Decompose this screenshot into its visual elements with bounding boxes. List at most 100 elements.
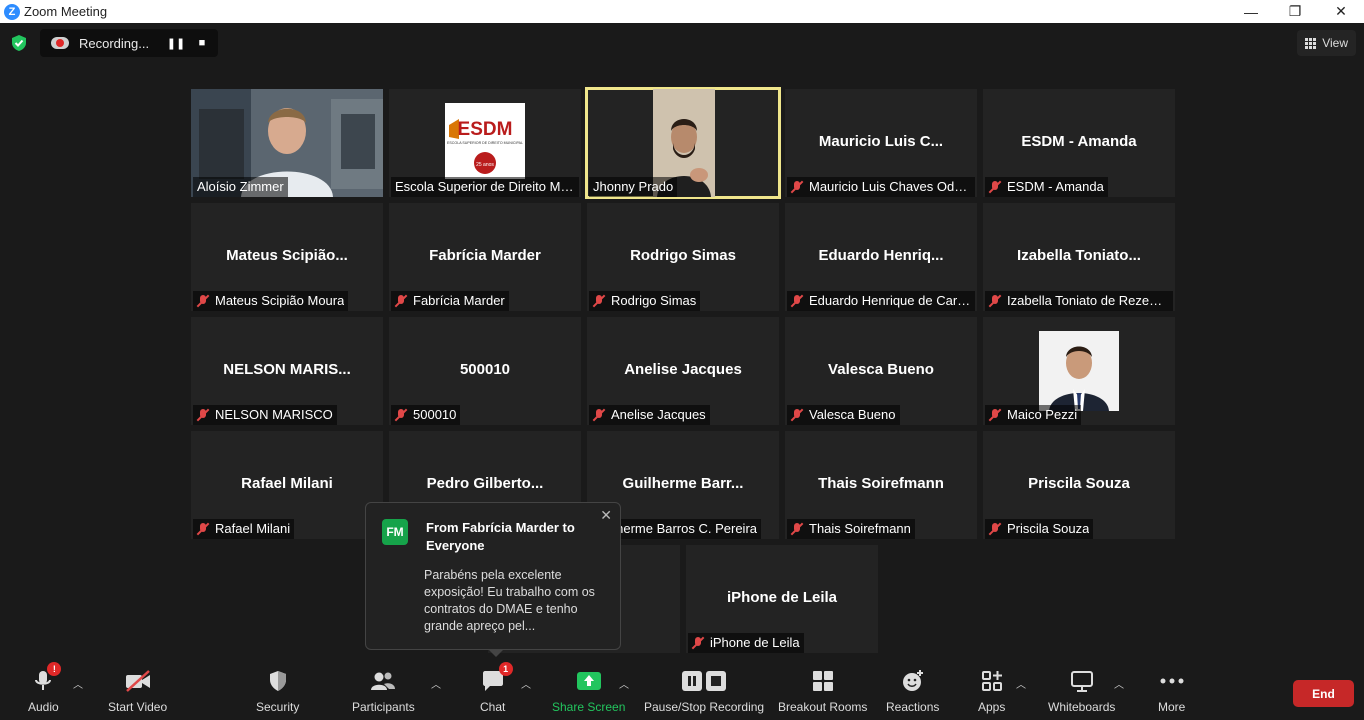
view-button[interactable]: View [1297, 30, 1356, 56]
participant-name: ESDM - Amanda [1007, 179, 1104, 194]
participants-options-caret[interactable]: ︿ [431, 676, 441, 691]
restore-button[interactable]: ❐ [1272, 0, 1318, 23]
window-title: Zoom Meeting [24, 4, 108, 19]
participant-tile[interactable]: Mateus Scipião... Mateus Scipião Moura [191, 203, 383, 311]
participant-name: 500010 [413, 407, 457, 422]
close-button[interactable]: ✕ [1318, 0, 1364, 23]
participant-nametag: Mateus Scipião Moura [193, 291, 349, 311]
recording-indicator: Recording... ❚❚ ■ [40, 29, 218, 57]
whiteboards-button[interactable]: Whiteboards [1048, 668, 1115, 714]
reactions-label: Reactions [886, 700, 940, 714]
more-button[interactable]: More [1158, 668, 1185, 714]
participant-tile[interactable]: Anelise Jacques Anelise Jacques [587, 317, 779, 425]
meeting-topbar: Recording... ❚❚ ■ View [0, 23, 1364, 63]
apps-button[interactable]: Apps [978, 668, 1005, 714]
participant-tile[interactable]: Rodrigo Simas Rodrigo Simas [587, 203, 779, 311]
close-icon[interactable]: ✕ [600, 507, 612, 524]
participant-nametag: iPhone de Leila [688, 633, 804, 653]
chat-notification[interactable]: FM From Fabrícia Marder to Everyone Para… [365, 502, 621, 657]
participant-tile[interactable]: Jhonny Prado [585, 87, 781, 199]
start-video-button[interactable]: Start Video [108, 668, 167, 714]
esdm-logo-subtitle: ESCOLA SUPERIOR DE DIREITO MUNICIPAL [447, 141, 523, 145]
participant-tile[interactable]: Priscila Souza Priscila Souza [983, 431, 1175, 539]
participant-display-name: Fabrícia Marder [429, 247, 541, 264]
participant-tile[interactable]: Valesca Bueno Valesca Bueno [785, 317, 977, 425]
audio-label: Audio [28, 700, 59, 714]
audio-button[interactable]: ! Audio [28, 662, 62, 714]
security-button[interactable]: Security [256, 668, 299, 714]
participant-tile[interactable]: ESDM ESCOLA SUPERIOR DE DIREITO MUNICIPA… [389, 89, 581, 197]
participant-name: iPhone de Leila [710, 635, 800, 650]
esdm-logo-icon: ESDM ESCOLA SUPERIOR DE DIREITO MUNICIPA… [447, 119, 523, 174]
breakout-rooms-button[interactable]: Breakout Rooms [778, 668, 867, 714]
muted-mic-icon [395, 294, 407, 308]
participant-name: Anelise Jacques [611, 407, 706, 422]
participant-display-name: Pedro Gilberto... [426, 475, 544, 492]
pause-stop-recording-button[interactable]: Pause/Stop Recording [644, 668, 764, 714]
participant-display-name: NELSON MARIS... [223, 361, 351, 378]
participant-nametag: Fabrícia Marder [391, 291, 509, 311]
esdm-logo-text: ESDM [458, 119, 513, 140]
pause-stop-icon [682, 671, 727, 691]
chat-options-caret[interactable]: ︿ [521, 676, 531, 691]
muted-mic-icon [197, 408, 209, 422]
share-screen-button[interactable]: Share Screen [552, 668, 625, 714]
participant-nametag: Escola Superior de Direito Municipal [391, 177, 579, 197]
pause-stop-recording-label: Pause/Stop Recording [644, 700, 765, 714]
participant-tile[interactable]: Thais Soirefmann Thais Soirefmann [785, 431, 977, 539]
muted-mic-icon [989, 180, 1001, 194]
more-dots-icon [1160, 678, 1184, 684]
breakout-rooms-label: Breakout Rooms [778, 700, 868, 714]
apps-options-caret[interactable]: ︿ [1016, 676, 1026, 691]
pause-recording-button[interactable]: ❚❚ [163, 37, 189, 50]
participants-button[interactable]: Participants [352, 668, 415, 714]
participant-display-name: Guilherme Barr... [622, 475, 744, 492]
participant-tile[interactable]: Aloísio Zimmer [191, 89, 383, 197]
participant-photo [1039, 331, 1119, 411]
participant-name: Priscila Souza [1007, 521, 1090, 536]
end-meeting-button[interactable]: End [1293, 680, 1354, 707]
participant-name: Thais Soirefmann [809, 521, 911, 536]
reactions-button[interactable]: Reactions [886, 668, 939, 714]
grid-view-icon [1305, 37, 1317, 49]
window-titlebar: Z Zoom Meeting — ❐ ✕ [0, 0, 1364, 23]
participant-tile[interactable]: ESDM - Amanda ESDM - Amanda [983, 89, 1175, 197]
participant-tile[interactable]: Maico Pezzi [983, 317, 1175, 425]
apps-icon [981, 671, 1002, 691]
participant-display-name: Valesca Bueno [828, 361, 934, 378]
chat-sender-line: From Fabrícia Marder to Everyone [426, 520, 575, 553]
esdm-logo-image: ESDM ESCOLA SUPERIOR DE DIREITO MUNICIPA… [445, 103, 525, 179]
participant-display-name: Rodrigo Simas [630, 247, 736, 264]
participant-name: Izabella Toniato de Rezende [1007, 293, 1169, 308]
sender-avatar: FM [382, 519, 408, 545]
chat-button[interactable]: 1 Chat [480, 662, 513, 714]
share-screen-label: Share Screen [552, 700, 626, 714]
reactions-smiley-icon [902, 670, 923, 691]
participant-tile[interactable]: iPhone de Leila iPhone de Leila [686, 545, 878, 653]
participant-tile[interactable]: Izabella Toniato... Izabella Toniato de R… [983, 203, 1175, 311]
audio-options-caret[interactable]: ︿ [73, 676, 83, 691]
participant-tile[interactable]: Eduardo Henriq... Eduardo Henrique de Car… [785, 203, 977, 311]
muted-mic-icon [593, 294, 605, 308]
participant-name: NELSON MARISCO [215, 407, 333, 422]
muted-mic-icon [989, 294, 1001, 308]
participant-display-name: Rafael Milani [241, 475, 333, 492]
participant-tile[interactable]: Fabrícia Marder Fabrícia Marder [389, 203, 581, 311]
stop-recording-button[interactable]: ■ [189, 37, 215, 49]
video-off-icon [125, 670, 150, 692]
whiteboards-options-caret[interactable]: ︿ [1114, 676, 1124, 691]
participant-nametag: Eduardo Henrique de Carvalho [787, 291, 975, 311]
chat-label: Chat [480, 700, 506, 714]
start-video-label: Start Video [108, 700, 168, 714]
participant-name: Valesca Bueno [809, 407, 896, 422]
security-shield-icon [269, 671, 286, 691]
share-options-caret[interactable]: ︿ [619, 676, 629, 691]
minimize-button[interactable]: — [1228, 0, 1274, 23]
participant-tile[interactable]: Rafael Milani Rafael Milani [191, 431, 383, 539]
participant-tile[interactable]: 500010 500010 [389, 317, 581, 425]
participant-tile[interactable]: Mauricio Luis C... Mauricio Luis Chaves O… [785, 89, 977, 197]
whiteboard-icon [1070, 671, 1093, 692]
participant-tile[interactable]: NELSON MARIS... NELSON MARISCO [191, 317, 383, 425]
muted-mic-icon [791, 522, 803, 536]
encryption-shield-icon[interactable] [10, 34, 28, 52]
